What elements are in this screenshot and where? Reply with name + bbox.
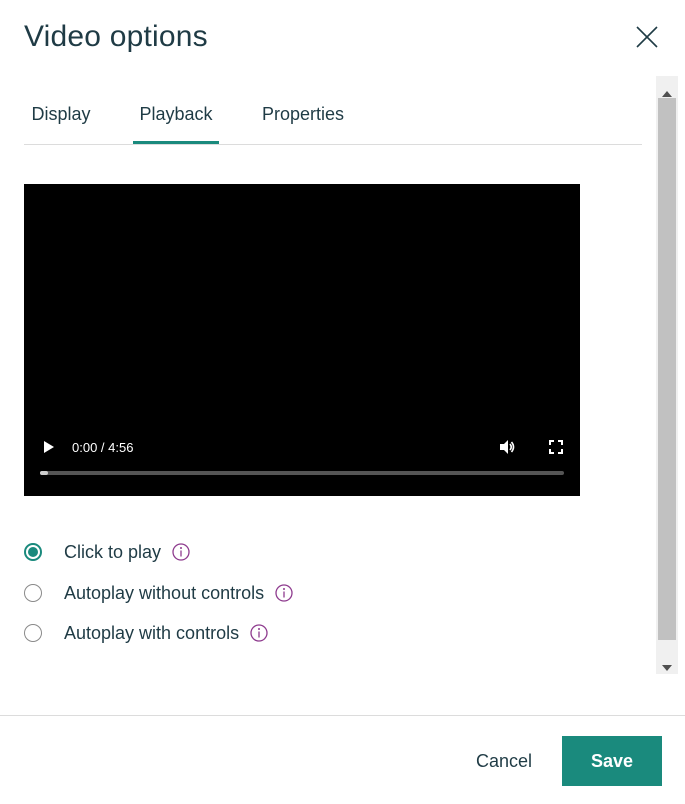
cancel-button[interactable]: Cancel	[462, 736, 546, 786]
info-icon[interactable]	[171, 542, 191, 562]
radio-autoplay-with-controls[interactable]	[24, 624, 42, 642]
fullscreen-icon	[549, 440, 563, 454]
close-button[interactable]	[632, 22, 662, 52]
save-button[interactable]: Save	[562, 736, 662, 786]
option-label: Autoplay with controls	[64, 622, 240, 643]
tab-properties[interactable]: Properties	[254, 94, 352, 143]
video-player[interactable]: 0:00 / 4:56	[24, 184, 580, 496]
footer-divider	[0, 715, 685, 716]
play-button[interactable]	[43, 440, 55, 459]
volume-button[interactable]	[498, 438, 516, 461]
vertical-scrollbar[interactable]	[656, 76, 678, 674]
fullscreen-button[interactable]	[549, 440, 563, 459]
video-progress-fill	[40, 471, 48, 475]
radio-click-to-play[interactable]	[24, 543, 42, 561]
tab-bar: Display Playback Properties	[24, 94, 642, 145]
volume-icon	[500, 440, 515, 454]
option-autoplay-without-controls[interactable]: Autoplay without controls	[24, 581, 294, 605]
info-icon[interactable]	[274, 583, 294, 603]
scroll-down-arrow-icon[interactable]	[662, 658, 672, 676]
scrollbar-thumb[interactable]	[658, 98, 676, 640]
option-click-to-play[interactable]: Click to play	[24, 540, 191, 564]
info-icon[interactable]	[249, 623, 269, 643]
dialog-title: Video options	[24, 20, 208, 53]
option-label: Click to play	[64, 541, 162, 562]
radio-autoplay-without-controls[interactable]	[24, 584, 42, 602]
close-icon	[636, 26, 658, 48]
tab-display[interactable]: Display	[24, 94, 98, 143]
play-icon	[44, 441, 54, 453]
option-autoplay-with-controls[interactable]: Autoplay with controls	[24, 621, 269, 645]
tab-playback[interactable]: Playback	[133, 94, 219, 144]
video-progress-bar[interactable]	[40, 471, 564, 475]
option-label: Autoplay without controls	[64, 582, 265, 603]
dialog-content: Display Playback Properties 0:00 / 4:56	[0, 76, 685, 676]
video-time: 0:00 / 4:56	[72, 440, 134, 455]
